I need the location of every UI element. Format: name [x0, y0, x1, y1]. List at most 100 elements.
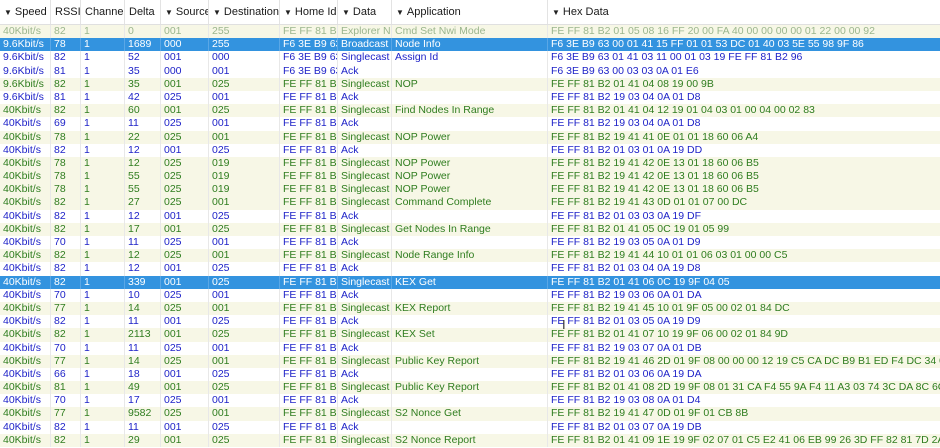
- cell-home-id: FE FF 81 B2: [280, 301, 338, 316]
- table-row[interactable]: 40Kbit/s 70 1 17 025 001 FE FF 81 B2 Ack FE FF 8…: [0, 394, 940, 408]
- table-row[interactable]: 40Kbit/s 77 1 14 025 001 FE FF 81 B2 Singlecast…: [0, 301, 940, 316]
- cell-rssi: 82: [51, 77, 81, 91]
- cell-channel: 1: [81, 262, 125, 276]
- table-row[interactable]: 40Kbit/s 82 1 339 001 025 FE FF 81 B2 Singlecas…: [0, 275, 940, 289]
- table-row[interactable]: 40Kbit/s 82 1 17 001 025 FE FF 81 B2 Singlecast…: [0, 222, 940, 236]
- filter-icon[interactable]: ▼: [552, 8, 560, 17]
- table-row[interactable]: 40Kbit/s8210001255FE FF 81 B2Explorer No…: [0, 25, 940, 39]
- cell-destination: 001: [209, 117, 280, 131]
- table-row[interactable]: 40Kbit/s 82 1 27 025 001 FE FF 81 B2 Singlecast…: [0, 196, 940, 210]
- cell-data: Singlecast: [338, 301, 392, 316]
- column-header-delta[interactable]: Delta: [125, 0, 161, 24]
- table-row[interactable]: 9.6Kbit/s 81 1 42 025 001 FE FF 81 B2 Ack FE FF …: [0, 90, 940, 105]
- cell-source: 025: [161, 90, 209, 105]
- cell-hex-data: FE FF 81 B2 01 03 07 0A 19 DB: [551, 420, 702, 433]
- cell-hex-data: FE FF 81 B2 01 03 04 0A 19 D8: [551, 262, 701, 275]
- cell-application: [392, 315, 548, 329]
- filter-icon[interactable]: ▼: [213, 8, 221, 17]
- column-header-label: Delta: [129, 6, 155, 18]
- cell-channel: 1: [81, 315, 125, 329]
- table-row[interactable]: 40Kbit/s 82 1 60 001 025 FE FF 81 B2 Singlecast…: [0, 104, 940, 118]
- cell-source: 001: [161, 262, 209, 276]
- filter-icon[interactable]: ▼: [342, 8, 350, 17]
- cell-source: 001: [161, 143, 209, 157]
- filter-icon[interactable]: ▼: [396, 8, 404, 17]
- filter-icon[interactable]: ▼: [165, 8, 173, 17]
- column-header-label: Destination: [223, 6, 279, 18]
- cell-speed: 40Kbit/s: [0, 407, 51, 421]
- cell-application: [392, 64, 548, 78]
- cell-delta: 10: [125, 288, 161, 302]
- table-row[interactable]: 9.6Kbit/s 78 1 1689 000 255 F6 3E B9 63 Broadca…: [0, 38, 940, 52]
- cell-hex-data: FE FF 81 B2 01 41 07 10 19 9F 06 00 02 0…: [551, 328, 788, 341]
- cell-delta: 14: [125, 354, 161, 368]
- table-row[interactable]: 40Kbit/s 78 1 55 025 019 FE FF 81 B2 Singlecast…: [0, 183, 940, 197]
- table-row[interactable]: 40Kbit/s 77 1 14 025 001 FE FF 81 B2 Singlecast…: [0, 354, 940, 368]
- cell-data: Ack: [338, 64, 392, 78]
- cell-delta: 11: [125, 236, 161, 250]
- table-row[interactable]: 40Kbit/s 82 1 12 001 025 FE FF 81 B2 Ack FE FF 8…: [0, 143, 940, 157]
- cell-home-id: FE FF 81 B2: [280, 117, 338, 131]
- cell-delta: 12: [125, 249, 161, 263]
- column-header-home-id[interactable]: ▼ Home Id: [280, 0, 338, 24]
- cell-hex-data: FE FF 81 B2 19 41 43 0D 01 01 07 00 DC: [551, 196, 748, 209]
- table-row[interactable]: 40Kbit/s 82 1 11 001 025 FE FF 81 B2 Ack FE FF 8…: [0, 315, 940, 329]
- table-row[interactable]: 40Kbit/s 82 1 29 001 025 FE FF 81 B2 Singlecast…: [0, 433, 940, 447]
- table-row[interactable]: 40Kbit/s 82 1 12 001 025 FE FF 81 B2 Ack FE FF 8…: [0, 209, 940, 223]
- cell-rssi: 77: [51, 354, 81, 368]
- column-header-source[interactable]: ▼ Source: [161, 0, 209, 24]
- table-row[interactable]: 40Kbit/s 70 1 11 025 001 FE FF 81 B2 Ack FE FF 8…: [0, 341, 940, 355]
- table-row[interactable]: 9.6Kbit/s 82 1 52 001 000 F6 3E B9 63 Singlecas…: [0, 51, 940, 65]
- table-row[interactable]: 40Kbit/s 82 1 12 025 001 FE FF 81 B2 Singlecast…: [0, 249, 940, 263]
- cell-channel: 1: [81, 236, 125, 250]
- cell-application: [392, 117, 548, 131]
- table-row[interactable]: 9.6Kbit/s 82 1 35 001 025 FE FF 81 B2 Singlecas…: [0, 77, 940, 91]
- cell-home-id: FE FF 81 B2: [280, 275, 338, 289]
- table-row[interactable]: 40Kbit/s 69 1 11 025 001 FE FF 81 B2 Ack FE FF 8…: [0, 117, 940, 131]
- cell-channel: 1: [81, 64, 125, 78]
- cell-rssi: 82: [51, 104, 81, 118]
- column-header-rssi[interactable]: RSSI: [51, 0, 81, 24]
- table-row[interactable]: 40Kbit/s 82 1 11 001 025 FE FF 81 B2 Ack FE FF 8…: [0, 420, 940, 434]
- table-row[interactable]: 40Kbit/s 78 1 12 025 019 FE FF 81 B2 Singlecast…: [0, 156, 940, 171]
- cell-hex-data: FE FF 81 B2 01 41 08 2D 19 9F 08 01 31 C…: [551, 381, 940, 394]
- table-row[interactable]: 9.6Kbit/s 81 1 35 000 001 F6 3E B9 63 Ack F6 3E …: [0, 64, 940, 78]
- cell-delta: 1689: [125, 38, 161, 52]
- table-row[interactable]: 40Kbit/s 66 1 18 001 025 FE FF 81 B2 Ack FE FF 8…: [0, 367, 940, 382]
- cell-channel: 1: [81, 156, 125, 171]
- table-row[interactable]: 40Kbit/s 70 1 10 025 001 FE FF 81 B2 Ack FE FF 8…: [0, 288, 940, 302]
- cell-destination: 255: [209, 25, 280, 39]
- cell-speed: 40Kbit/s: [0, 341, 51, 355]
- filter-icon[interactable]: ▼: [4, 8, 12, 17]
- column-header-destination[interactable]: ▼ Destination: [209, 0, 280, 24]
- cell-delta: 55: [125, 170, 161, 184]
- table-row[interactable]: 40Kbit/s 78 1 55 025 019 FE FF 81 B2 Singlecast…: [0, 170, 940, 184]
- cell-source: 025: [161, 156, 209, 171]
- column-header-channel[interactable]: Channel: [81, 0, 125, 24]
- cell-data: Ack: [338, 367, 392, 382]
- table-row[interactable]: 40Kbit/s 82 1 12 001 025 FE FF 81 B2 Ack FE FF 8…: [0, 262, 940, 276]
- column-header-data[interactable]: ▼ Data: [338, 0, 392, 24]
- cell-home-id: FE FF 81 B2: [280, 236, 338, 250]
- cell-data: Singlecast: [338, 354, 392, 368]
- cell-destination: 025: [209, 222, 280, 236]
- column-header-speed[interactable]: ▼ Speed: [0, 0, 51, 24]
- cell-destination: 025: [209, 275, 280, 289]
- table-row[interactable]: 40Kbit/s 82 1 2113 001 025 FE FF 81 B2 Singleca…: [0, 328, 940, 342]
- column-header-hex-data[interactable]: ▼ Hex Data: [548, 0, 940, 24]
- cell-application: Node Range Info: [392, 249, 548, 263]
- cell-channel: 1: [81, 38, 125, 52]
- table-row[interactable]: 40Kbit/s 70 1 11 025 001 FE FF 81 B2 Ack FE FF 8…: [0, 236, 940, 250]
- filter-icon[interactable]: ▼: [284, 8, 292, 17]
- table-row[interactable]: 40Kbit/s 77 1 9582 025 001 FE FF 81 B2 Singleca…: [0, 407, 940, 421]
- cell-application: KEX Report: [392, 301, 548, 316]
- cell-hex-data: FE FF 81 B2 19 03 08 0A 01 D4: [551, 394, 701, 407]
- column-header-application[interactable]: ▼ Application: [392, 0, 548, 24]
- cell-speed: 9.6Kbit/s: [0, 51, 51, 65]
- cell-delta: 11: [125, 315, 161, 329]
- table-row[interactable]: 40Kbit/s 81 1 49 001 025 FE FF 81 B2 Singlecast…: [0, 381, 940, 395]
- cell-channel: 1: [81, 25, 125, 39]
- cell-rssi: 70: [51, 341, 81, 355]
- table-row[interactable]: 40Kbit/s 78 1 22 025 001 FE FF 81 B2 Singlecast…: [0, 130, 940, 144]
- cell-source: 025: [161, 288, 209, 302]
